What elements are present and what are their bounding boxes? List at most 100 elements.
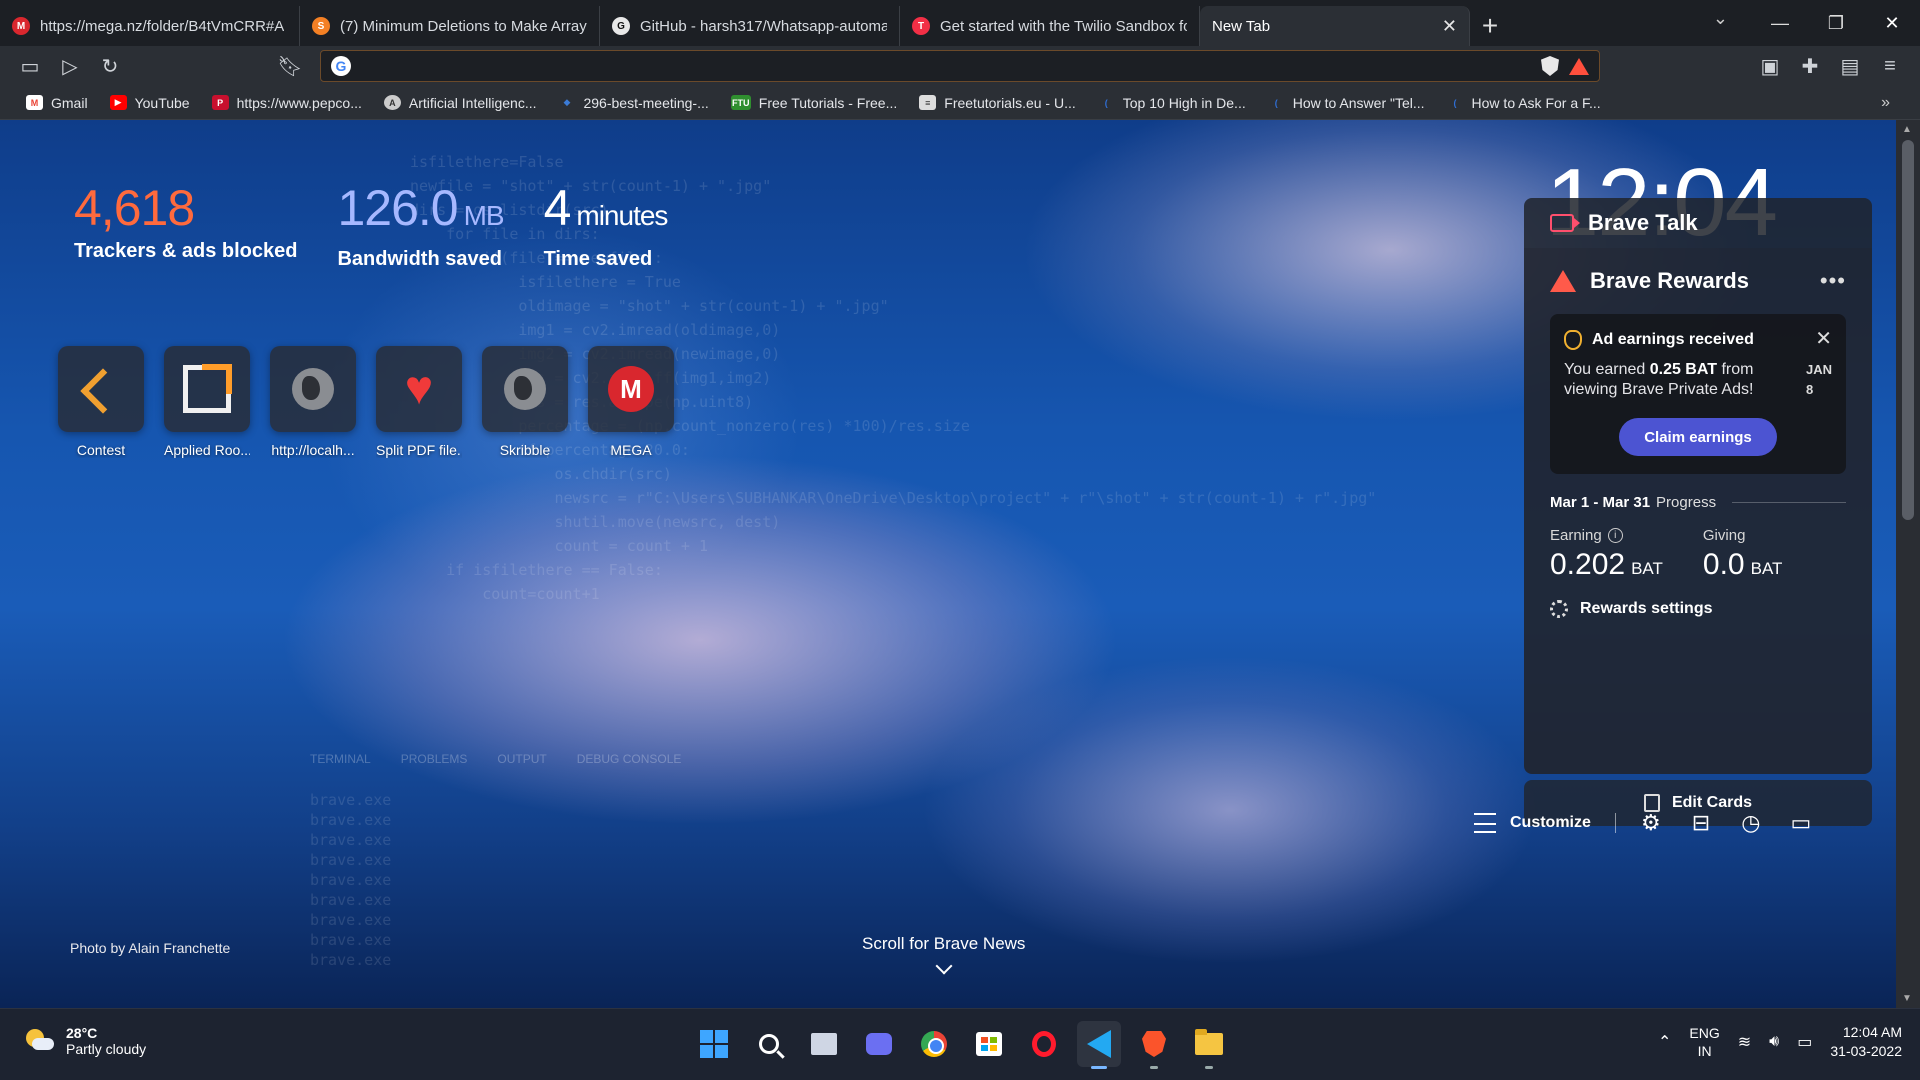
bookmarks-icon[interactable]: ⊟ xyxy=(1686,808,1716,838)
photo-credit[interactable]: Photo by Alain Franchette xyxy=(70,940,230,956)
top-site-tile[interactable] xyxy=(482,346,568,432)
time-value: 4 xyxy=(543,180,572,236)
video-camera-icon xyxy=(1550,214,1580,232)
bookmark-ask[interactable]: (How to Ask For a F... xyxy=(1447,95,1601,111)
ntp-bottom-bar: Customize ⚙ ⊟ ◷ ▭ xyxy=(1474,808,1816,838)
history-icon[interactable]: ◷ xyxy=(1736,808,1766,838)
opera-app[interactable] xyxy=(1022,1021,1066,1067)
chevron-down-icon xyxy=(935,957,953,975)
wallet-icon[interactable]: ▤ xyxy=(1830,46,1870,86)
github-icon: G xyxy=(612,17,630,35)
weather-widget[interactable]: 28°C Partly cloudy xyxy=(26,1025,146,1057)
top-site-applied-room[interactable]: Applied Roo... xyxy=(164,346,250,458)
back-button[interactable]: ▷ xyxy=(50,46,90,86)
bookmark-meeting[interactable]: ◆ 296-best-meeting-... xyxy=(558,95,709,111)
scroll-for-news[interactable]: Scroll for Brave News xyxy=(862,934,1026,975)
rewards-settings-link[interactable]: Rewards settings xyxy=(1550,600,1846,618)
address-bar[interactable]: G xyxy=(320,50,1600,82)
sidebar-toggle-icon[interactable]: ▭ xyxy=(10,46,50,86)
chat-button[interactable] xyxy=(857,1021,901,1067)
wifi-icon[interactable]: ≋ xyxy=(1738,1032,1751,1052)
bookmark-free-tutorials[interactable]: FTU Free Tutorials - Free... xyxy=(730,95,897,111)
chrome-icon xyxy=(921,1031,947,1057)
bookmark-gmail[interactable]: M Gmail xyxy=(26,95,88,111)
bookmark-top10[interactable]: (Top 10 High in De... xyxy=(1098,95,1246,111)
bookmark-answer[interactable]: (How to Answer "Tel... xyxy=(1268,95,1425,111)
minimize-button[interactable]: — xyxy=(1752,0,1808,46)
start-button[interactable] xyxy=(692,1021,736,1067)
bookmark-pepco[interactable]: Phttps://www.pepco... xyxy=(211,95,362,111)
bookmark-label: Artificial Intelligenc... xyxy=(408,94,537,111)
close-window-button[interactable]: ✕ xyxy=(1864,0,1920,46)
new-tab-button[interactable]: + xyxy=(1470,6,1510,46)
scroll-up-icon[interactable]: ▲ xyxy=(1902,124,1912,135)
extensions-icon[interactable]: ✚ xyxy=(1790,46,1830,86)
brave-talk-title: Brave Talk xyxy=(1588,210,1698,235)
brave-rewards-card: Brave Rewards ••• Ad earnings received ✕… xyxy=(1524,248,1872,774)
chevron-up-icon[interactable]: ⌃ xyxy=(1658,1032,1671,1052)
tab-mega[interactable]: M https://mega.nz/folder/B4tVmCRR#A xyxy=(0,6,300,46)
restore-button[interactable]: ❐ xyxy=(1808,0,1864,46)
tab-twilio[interactable]: T Get started with the Twilio Sandbox fo xyxy=(900,6,1200,46)
ghost-tab: OUTPUT xyxy=(497,752,547,766)
customize-button[interactable]: Customize xyxy=(1474,813,1616,833)
twilio-icon: T xyxy=(912,17,930,35)
battery-icon[interactable]: ▭ xyxy=(1797,1032,1812,1052)
search-button[interactable] xyxy=(747,1021,791,1067)
close-tab-icon[interactable]: ✕ xyxy=(1442,16,1457,37)
top-site-tile[interactable] xyxy=(270,346,356,432)
brave-rewards-icon[interactable] xyxy=(1569,57,1589,75)
claim-earnings-button[interactable]: Claim earnings xyxy=(1619,418,1777,456)
page-scrollbar[interactable]: ▲ ▼ xyxy=(1896,120,1920,1008)
scroll-news-label: Scroll for Brave News xyxy=(862,934,1026,953)
tab-stackoverflow[interactable]: S (7) Minimum Deletions to Make Array xyxy=(300,6,600,46)
profile-icon[interactable]: ▣ xyxy=(1750,46,1790,86)
bookmark-icon[interactable]: 🔖︎ xyxy=(270,46,310,86)
tab-github[interactable]: G GitHub - harsh317/Whatsapp-automa xyxy=(600,6,900,46)
language-indicator[interactable]: ENG IN xyxy=(1689,1024,1719,1060)
brave-icon xyxy=(1142,1031,1166,1057)
more-bookmarks-icon[interactable]: » xyxy=(1881,94,1890,112)
top-site-name: Split PDF file... xyxy=(376,442,462,458)
bookmark-ai[interactable]: A Artificial Intelligenc... xyxy=(383,94,537,111)
scroll-thumb[interactable] xyxy=(1902,140,1914,520)
bookmark-freetutorials-eu[interactable]: ≡ Freetutorials.eu - U... xyxy=(919,95,1076,111)
money-bag-icon xyxy=(1564,330,1582,350)
file-explorer-app[interactable] xyxy=(1187,1021,1231,1069)
address-input[interactable] xyxy=(361,57,1531,75)
top-site-tile[interactable]: M xyxy=(588,346,674,432)
top-site-localhost[interactable]: http://localh... xyxy=(270,346,356,458)
trackers-value: 4,618 xyxy=(74,180,195,236)
top-site-tile[interactable] xyxy=(58,346,144,432)
earning-label: Earning xyxy=(1550,527,1602,544)
chevron-down-icon[interactable]: ⌄ xyxy=(1713,8,1728,29)
tab-new-tab[interactable]: New Tab ✕ xyxy=(1200,6,1470,46)
task-view-button[interactable] xyxy=(802,1021,846,1067)
top-site-split-pdf[interactable]: ♥ Split PDF file... xyxy=(376,346,462,458)
volume-icon[interactable]: 🔊︎ xyxy=(1769,1033,1779,1051)
settings-gear-icon[interactable]: ⚙ xyxy=(1636,808,1666,838)
scroll-down-icon[interactable]: ▼ xyxy=(1902,993,1912,1004)
info-icon[interactable]: i xyxy=(1607,528,1623,543)
top-site-mega[interactable]: M MEGA xyxy=(588,346,674,458)
close-icon[interactable]: ✕ xyxy=(1815,326,1832,351)
ghost-tab: TERMINAL xyxy=(310,752,371,766)
bookmark-youtube[interactable]: ▶ YouTube xyxy=(109,95,190,111)
brave-app[interactable] xyxy=(1132,1021,1176,1069)
chrome-app[interactable] xyxy=(912,1021,956,1067)
taskbar-clock[interactable]: 12:04 AM 31-03-2022 xyxy=(1830,1023,1902,1061)
brave-talk-card[interactable]: Brave Talk xyxy=(1524,198,1872,248)
reload-button[interactable]: ↻ xyxy=(90,46,130,86)
top-site-tile[interactable] xyxy=(164,346,250,432)
ad-earnings-date: JAN 8 xyxy=(1805,362,1832,397)
brave-shields-icon[interactable] xyxy=(1541,56,1559,76)
brave-talk-icon[interactable]: ▭ xyxy=(1786,808,1816,838)
more-options-icon[interactable]: ••• xyxy=(1820,268,1846,294)
menu-icon[interactable]: ≡ xyxy=(1870,46,1910,86)
top-site-contest[interactable]: Contest xyxy=(58,346,144,458)
top-site-skribble[interactable]: Skribble xyxy=(482,346,568,458)
top-site-tile[interactable]: ♥ xyxy=(376,346,462,432)
top-site-name: Applied Roo... xyxy=(164,442,250,458)
store-app[interactable] xyxy=(967,1021,1011,1067)
vscode-app[interactable] xyxy=(1077,1021,1121,1069)
